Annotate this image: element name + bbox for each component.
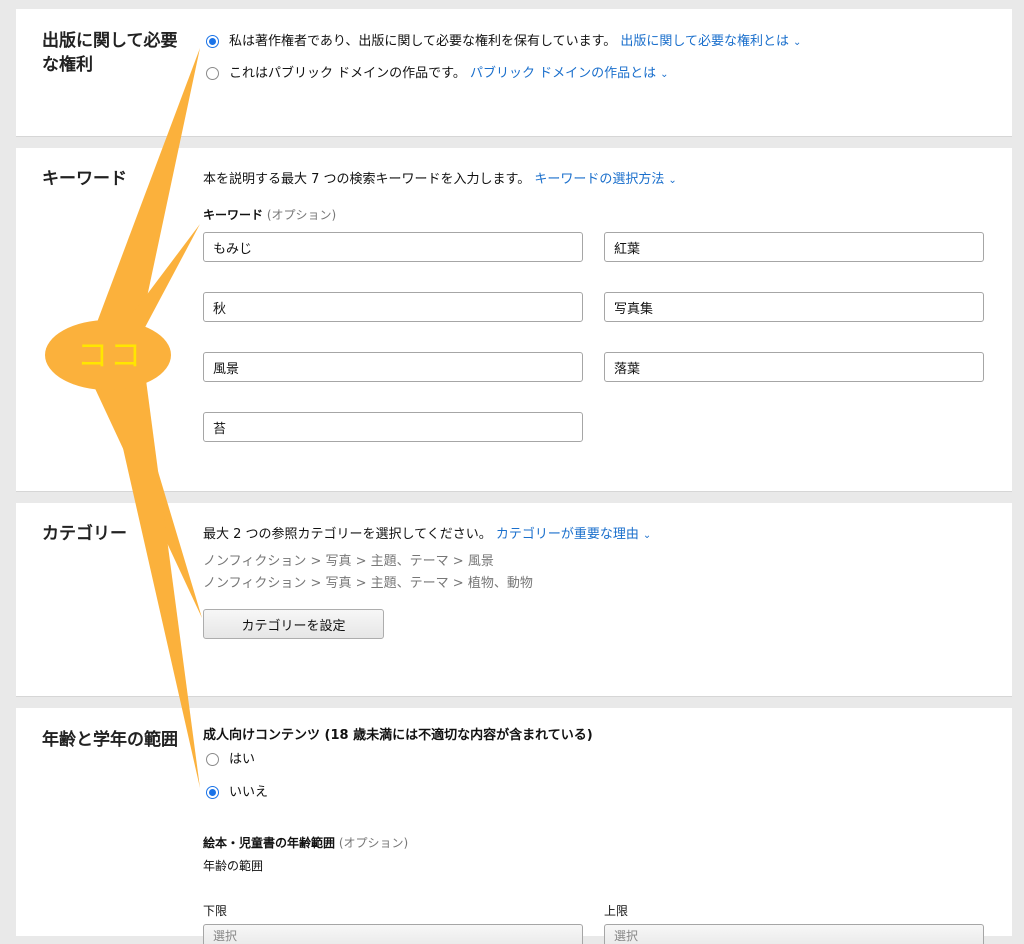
- publishing-rights-section: 出版に関して必要な権利 私は著作権者であり、出版に関して必要な権利を保有していま…: [16, 9, 1012, 137]
- keyword-input-7[interactable]: [203, 412, 583, 442]
- option-copyright-owner-label: 私は著作権者であり、出版に関して必要な権利を保有しています。: [229, 34, 617, 49]
- link-category-importance[interactable]: カテゴリーが重要な理由 ⌄: [496, 527, 651, 542]
- min-age-select[interactable]: 選択: [203, 924, 583, 944]
- categories-description: 最大 2 つの参照カテゴリーを選択してください。 カテゴリーが重要な理由 ⌄: [203, 526, 651, 545]
- selected-category-1: ノンフィクション > 写真 > 主題、テーマ > 風景: [203, 554, 494, 569]
- keywords-optional-tag: (オプション): [266, 208, 337, 222]
- keyword-input-1[interactable]: [203, 232, 583, 262]
- keywords-field-label-text: キーワード: [203, 208, 264, 222]
- keyword-input-5[interactable]: [203, 352, 583, 382]
- selected-category-2: ノンフィクション > 写真 > 主題、テーマ > 植物、動物: [203, 576, 533, 591]
- radio-adult-no-label: いいえ: [229, 785, 269, 800]
- option-copyright-owner: 私は著作権者であり、出版に関して必要な権利を保有しています。 出版に関して必要な…: [229, 33, 801, 52]
- section-title-publishing-rights: 出版に関して必要な権利: [42, 31, 178, 75]
- age-range-label: 年齢の範囲: [203, 859, 264, 873]
- radio-copyright-owner[interactable]: [206, 35, 219, 48]
- keyword-input-6[interactable]: [604, 352, 984, 382]
- chevron-down-icon: ⌄: [668, 175, 677, 186]
- min-age-label: 下限: [203, 904, 228, 918]
- children-age-optional-tag: (オプション): [338, 836, 409, 850]
- set-category-button[interactable]: カテゴリーを設定: [203, 609, 384, 639]
- section-title-categories: カテゴリー: [42, 524, 127, 544]
- children-age-label: 絵本・児童書の年齢範囲 (オプション): [203, 834, 408, 852]
- link-necessary-rights[interactable]: 出版に関して必要な権利とは ⌄: [620, 34, 801, 49]
- chevron-down-icon: ⌄: [793, 37, 802, 48]
- keyword-input-4[interactable]: [604, 292, 984, 322]
- keywords-description: 本を説明する最大 7 つの検索キーワードを入力します。 キーワードの選択方法 ⌄: [203, 171, 677, 190]
- max-age-label: 上限: [604, 904, 629, 918]
- radio-adult-yes-label: はい: [229, 752, 256, 767]
- categories-description-text: 最大 2 つの参照カテゴリーを選択してください。: [203, 527, 492, 542]
- section-title-age-range: 年齢と学年の範囲: [42, 730, 178, 750]
- keyword-input-2[interactable]: [604, 232, 984, 262]
- adult-content-label: 成人向けコンテンツ (18 歳未満には不適切な内容が含まれている): [203, 728, 593, 743]
- chevron-down-icon: ⌄: [642, 530, 652, 541]
- link-keyword-selection[interactable]: キーワードの選択方法 ⌄: [534, 172, 676, 187]
- keywords-description-text: 本を説明する最大 7 つの検索キーワードを入力します。: [203, 172, 531, 187]
- max-age-select[interactable]: 選択: [604, 924, 984, 944]
- radio-public-domain[interactable]: [206, 67, 219, 80]
- chevron-down-icon: ⌄: [660, 69, 669, 80]
- radio-adult-yes[interactable]: [206, 753, 219, 766]
- keywords-section: キーワード 本を説明する最大 7 つの検索キーワードを入力します。 キーワードの…: [16, 148, 1012, 492]
- children-age-label-text: 絵本・児童書の年齢範囲: [203, 836, 336, 850]
- section-title-keywords: キーワード: [42, 169, 127, 189]
- option-public-domain-label: これはパブリック ドメインの作品です。: [229, 66, 466, 81]
- option-public-domain: これはパブリック ドメインの作品です。 パブリック ドメインの作品とは ⌄: [229, 65, 669, 84]
- age-range-section: 年齢と学年の範囲 成人向けコンテンツ (18 歳未満には不適切な内容が含まれてい…: [16, 708, 1012, 944]
- keyword-input-3[interactable]: [203, 292, 583, 322]
- categories-section: カテゴリー 最大 2 つの参照カテゴリーを選択してください。 カテゴリーが重要な…: [16, 503, 1012, 697]
- radio-adult-no[interactable]: [206, 786, 219, 799]
- keywords-field-label: キーワード (オプション): [203, 206, 336, 224]
- link-public-domain[interactable]: パブリック ドメインの作品とは ⌄: [470, 66, 669, 81]
